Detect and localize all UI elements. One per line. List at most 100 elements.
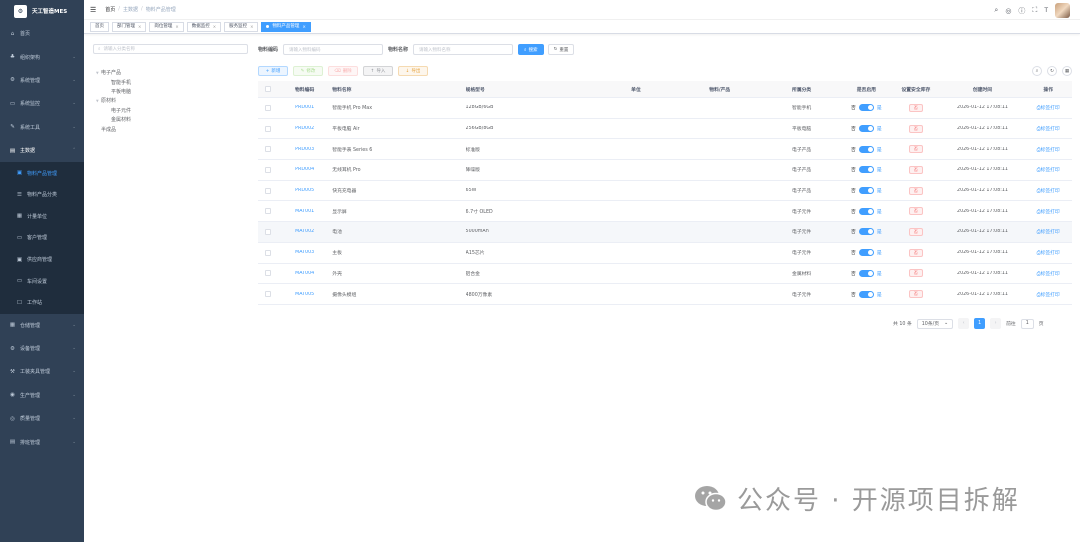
tag-item[interactable]: 部门管理 ×	[112, 21, 147, 32]
page-size-select[interactable]: 10条/页 ⌄	[916, 318, 954, 329]
tag-item[interactable]: 物料产品管理 ×	[261, 21, 311, 32]
close-icon[interactable]: ×	[302, 22, 305, 31]
material-code[interactable]: PRD002	[277, 126, 332, 131]
enabled-switch[interactable]	[858, 104, 874, 112]
table-row[interactable]: PRD005 快充充电器 65W 电子产品否是否 2026-01-12 17:08:11…	[258, 181, 1072, 202]
search-icon[interactable]: ⌕	[994, 6, 998, 15]
breadcrumb-home[interactable]: 首页	[105, 6, 115, 13]
fullscreen-icon[interactable]: ⛶	[1032, 6, 1037, 15]
prev-page-button[interactable]: ‹	[958, 318, 970, 329]
export-button[interactable]: ↓ 导出	[398, 66, 428, 76]
material-code[interactable]: MAT005	[277, 292, 332, 297]
safe-stock-button[interactable]: 否	[908, 186, 923, 195]
add-button[interactable]: + 新增	[258, 66, 288, 76]
enabled-switch[interactable]	[858, 228, 874, 236]
row-checkbox[interactable]	[264, 146, 271, 153]
material-code[interactable]: PRD005	[277, 188, 332, 193]
menu-item[interactable]: ☐ 工作站	[0, 292, 84, 314]
enabled-switch[interactable]	[858, 207, 874, 215]
safe-stock-button[interactable]: 否	[908, 248, 923, 257]
menu-item[interactable]: ⚙ 系统管理 ⌄	[0, 69, 84, 92]
print-label-link[interactable]: 标签打印	[1041, 293, 1060, 298]
menu-item[interactable]: ▦ 仓储管理 ⌄	[0, 314, 84, 337]
safe-stock-button[interactable]: 否	[908, 207, 923, 216]
goto-input[interactable]: 1	[1020, 318, 1034, 329]
menu-item[interactable]: ♣ 组织架构 ⌄	[0, 45, 84, 68]
delete-button[interactable]: ⌫ 删除	[328, 66, 358, 76]
material-code[interactable]: PRD001	[277, 105, 332, 110]
code-input[interactable]: 请输入物料编码	[283, 44, 384, 55]
table-row[interactable]: MAT001 显示屏 6.7寸 OLED 电子元件否是否 2026-01-12 17:0…	[258, 201, 1072, 223]
safe-stock-button[interactable]: 否	[908, 227, 923, 236]
menu-item[interactable]: ⚒ 工装夹具管理 ⌄	[0, 360, 84, 383]
row-checkbox[interactable]	[264, 291, 271, 298]
close-icon[interactable]: ×	[213, 22, 216, 31]
table-row[interactable]: PRD002 平板电脑 Air 256GB/8GB 平板电脑否是否 2026-01-12…	[258, 119, 1072, 140]
row-checkbox[interactable]	[264, 125, 271, 132]
print-label-link[interactable]: 标签打印	[1041, 189, 1060, 194]
select-all-checkbox[interactable]	[264, 86, 271, 92]
row-checkbox[interactable]	[264, 249, 271, 256]
enabled-switch[interactable]	[858, 166, 874, 174]
github-icon[interactable]: ◎	[1005, 7, 1011, 15]
refresh-icon[interactable]: ↻	[1047, 66, 1057, 76]
table-row[interactable]: MAT004 外壳 铝合金 金属材料否是否 2026-01-12 17:08:11 ⎙标签…	[258, 264, 1072, 285]
safe-stock-button[interactable]: 否	[908, 103, 923, 112]
columns-icon[interactable]: ▦	[1062, 66, 1072, 76]
reset-button[interactable]: ↻ 重置	[547, 44, 575, 55]
tree-node[interactable]: 智能手机	[93, 77, 248, 86]
menu-item[interactable]: ▭ 车间设置	[0, 270, 84, 292]
tree-node[interactable]: 半成品	[93, 124, 248, 133]
material-code[interactable]: PRD004	[277, 167, 332, 172]
menu-item[interactable]: ⌂ 首页	[0, 22, 84, 45]
enabled-switch[interactable]	[858, 125, 874, 133]
import-button[interactable]: ↑ 导入	[363, 66, 393, 76]
menu-item[interactable]: ▣ 供应商管理	[0, 249, 84, 271]
print-label-link[interactable]: 标签打印	[1041, 251, 1060, 256]
print-label-link[interactable]: 标签打印	[1041, 168, 1060, 173]
material-code[interactable]: MAT001	[277, 209, 332, 214]
avatar[interactable]	[1055, 3, 1070, 18]
print-label-link[interactable]: 标签打印	[1041, 148, 1060, 153]
tree-node[interactable]: ▼ 电子产品	[93, 68, 248, 77]
size-icon[interactable]: T	[1044, 7, 1048, 14]
enabled-switch[interactable]	[858, 269, 874, 277]
enabled-switch[interactable]	[858, 249, 874, 257]
menu-item[interactable]: ▤ 排班管理 ⌄	[0, 430, 84, 453]
edit-button[interactable]: ✎ 修改	[293, 66, 323, 76]
menu-item[interactable]: ▭ 客户管理	[0, 227, 84, 249]
close-icon[interactable]: ×	[250, 22, 253, 31]
search-toggle-icon[interactable]: ⌕	[1032, 66, 1042, 76]
material-code[interactable]: MAT003	[277, 250, 332, 255]
row-checkbox[interactable]	[264, 187, 271, 194]
page-number[interactable]: 1	[974, 318, 986, 329]
safe-stock-button[interactable]: 否	[908, 290, 923, 299]
material-code[interactable]: PRD003	[277, 147, 332, 152]
breadcrumb-master[interactable]: 主数据	[123, 6, 138, 13]
row-checkbox[interactable]	[264, 104, 271, 111]
enabled-switch[interactable]	[858, 145, 874, 153]
close-icon[interactable]: ×	[175, 22, 178, 31]
material-code[interactable]: MAT002	[277, 229, 332, 234]
menu-item[interactable]: ▦ 计量单位	[0, 206, 84, 228]
table-row[interactable]: MAT003 主板 A15芯片 电子元件否是否 2026-01-12 17:08:11 ⎙…	[258, 243, 1072, 264]
logo[interactable]: ⚙ 天工智造MES	[0, 0, 84, 22]
menu-item[interactable]: ✎ 系统工具 ⌄	[0, 116, 84, 139]
tree-node[interactable]: ▼ 原材料	[93, 96, 248, 105]
row-checkbox[interactable]	[264, 166, 271, 173]
safe-stock-button[interactable]: 否	[908, 145, 923, 154]
menu-item[interactable]: ☰ 物料产品分类	[0, 184, 84, 206]
tag-item[interactable]: 服务监控 ×	[224, 21, 259, 32]
tag-item[interactable]: 岗位管理 ×	[149, 21, 184, 32]
menu-item[interactable]: ◉ 生产管理 ⌄	[0, 384, 84, 407]
tree-search-input[interactable]: ⌕ 请输入分类名称	[93, 44, 248, 54]
menu-item[interactable]: ▭ 系统监控 ⌄	[0, 92, 84, 115]
name-input[interactable]: 请输入物料名称	[413, 44, 514, 55]
tag-item[interactable]: 首页	[90, 21, 109, 32]
menu-item[interactable]: ◎ 质量管理 ⌄	[0, 407, 84, 430]
print-label-link[interactable]: 标签打印	[1041, 210, 1060, 215]
menu-item[interactable]: ⚙ 设备管理 ⌄	[0, 337, 84, 360]
tree-node[interactable]: 金属材料	[93, 115, 248, 124]
print-label-link[interactable]: 标签打印	[1041, 230, 1060, 235]
safe-stock-button[interactable]: 否	[908, 269, 923, 278]
